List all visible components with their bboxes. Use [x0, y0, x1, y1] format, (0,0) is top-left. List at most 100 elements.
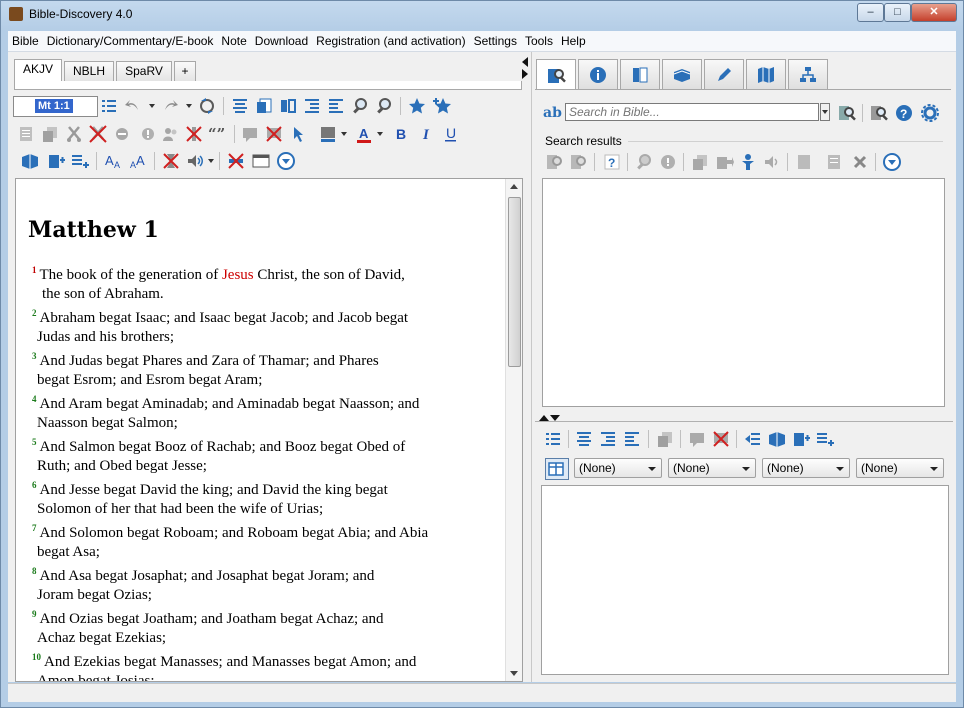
- parallel-select-4[interactable]: (None): [856, 458, 944, 478]
- menu-settings[interactable]: Settings: [470, 31, 521, 51]
- bible-text-pane[interactable]: Matthew 1 1 The book of the generation of…: [15, 178, 523, 682]
- search-results-list[interactable]: [542, 178, 945, 407]
- more-options-icon[interactable]: [276, 151, 296, 171]
- search-mode-label[interactable]: ab: [543, 105, 562, 121]
- verse[interactable]: 2 Abraham begat Isaac; and Isaac begat Ja…: [32, 304, 497, 347]
- sync-icon[interactable]: [197, 96, 217, 116]
- transfer-icon[interactable]: [112, 124, 132, 144]
- results-search-advanced-icon[interactable]: [569, 152, 589, 172]
- lower-sync-list-icon[interactable]: [743, 429, 763, 449]
- tab-maps[interactable]: [746, 59, 786, 90]
- tab-dictionary[interactable]: [620, 59, 660, 90]
- results-search-icon[interactable]: [545, 152, 565, 172]
- italic-icon[interactable]: I: [416, 124, 436, 144]
- copy-verse-icon[interactable]: [254, 96, 274, 116]
- tab-outline[interactable]: [788, 59, 828, 90]
- lower-copy-icon[interactable]: [655, 429, 675, 449]
- notes-icon[interactable]: [16, 124, 36, 144]
- add-column-icon[interactable]: [46, 151, 66, 171]
- results-table-icon[interactable]: [824, 152, 844, 172]
- results-copy-icon[interactable]: [690, 152, 710, 172]
- results-filter-icon[interactable]: [634, 152, 654, 172]
- expand-right-arrow-icon[interactable]: [522, 69, 528, 79]
- lower-indent-left-icon[interactable]: [622, 429, 642, 449]
- results-notes-icon[interactable]: [794, 152, 814, 172]
- copy-gray-icon[interactable]: [40, 124, 60, 144]
- pointer-icon[interactable]: [288, 124, 308, 144]
- menu-help[interactable]: Help: [557, 31, 590, 51]
- results-more-icon[interactable]: [882, 152, 902, 172]
- parallel-select-2[interactable]: (None): [668, 458, 756, 478]
- verse[interactable]: 10 And Ezekias begat Manasses; and Manass…: [32, 648, 497, 681]
- font-color-dropdown-icon[interactable]: [377, 132, 383, 136]
- menu-download[interactable]: Download: [251, 31, 312, 51]
- disable-cut-icon[interactable]: [88, 124, 108, 144]
- align-center-icon[interactable]: [230, 96, 250, 116]
- results-alert-icon[interactable]: [658, 152, 678, 172]
- menu-note[interactable]: Note: [217, 31, 250, 51]
- comment-icon[interactable]: [240, 124, 260, 144]
- disable-comment-icon[interactable]: [264, 124, 284, 144]
- lower-book-icon[interactable]: [767, 429, 787, 449]
- search-help-icon[interactable]: ?: [894, 103, 914, 123]
- parallel-view-icon[interactable]: [545, 458, 569, 480]
- results-clear-icon[interactable]: [850, 152, 870, 172]
- tab-akjv[interactable]: AKJV: [14, 59, 62, 81]
- tab-sparv[interactable]: SpaRV: [116, 61, 172, 81]
- unlink-icon[interactable]: [226, 151, 246, 171]
- results-help-icon[interactable]: ?: [602, 152, 622, 172]
- collapse-left-arrow-icon[interactable]: [522, 57, 528, 67]
- search-input[interactable]: [565, 103, 819, 121]
- disable-speaker-icon[interactable]: [184, 124, 204, 144]
- tab-notes[interactable]: [704, 59, 744, 90]
- find-icon[interactable]: [350, 96, 370, 116]
- indent-right-icon[interactable]: [302, 96, 322, 116]
- menu-dictionary[interactable]: Dictionary/Commentary/E-book: [43, 31, 218, 51]
- verse[interactable]: 7 And Solomon begat Roboam; and Roboam be…: [32, 519, 497, 562]
- alert-icon[interactable]: [136, 124, 156, 144]
- audio-dropdown-icon[interactable]: [208, 159, 214, 163]
- indent-left-icon[interactable]: [326, 96, 346, 116]
- vertical-scrollbar[interactable]: [505, 179, 522, 681]
- menu-tools[interactable]: Tools: [521, 31, 557, 51]
- parallel-select-3[interactable]: (None): [762, 458, 850, 478]
- pane-divider[interactable]: [531, 52, 532, 682]
- hourglass-disabled-icon[interactable]: [161, 151, 181, 171]
- audio-icon[interactable]: [185, 151, 205, 171]
- parallel-select-1[interactable]: (None): [574, 458, 662, 478]
- scroll-down-arrow-icon[interactable]: [510, 671, 518, 676]
- bold-icon[interactable]: B: [391, 124, 411, 144]
- advanced-search-icon[interactable]: [869, 103, 889, 123]
- menu-registration[interactable]: Registration (and activation): [312, 31, 469, 51]
- quote-icon[interactable]: “”: [208, 124, 228, 144]
- verse[interactable]: 6 And Jesse begat David the king; and Dav…: [32, 476, 497, 519]
- bookmark-star-icon[interactable]: [407, 96, 427, 116]
- lower-comment-icon[interactable]: [687, 429, 707, 449]
- lower-indent-right-icon[interactable]: [598, 429, 618, 449]
- bible-book-icon[interactable]: [20, 151, 40, 171]
- search-settings-gear-icon[interactable]: [920, 103, 940, 123]
- highlight-color-icon[interactable]: [318, 124, 338, 144]
- bookmark-add-icon[interactable]: [432, 96, 452, 116]
- add-row-icon[interactable]: [70, 151, 90, 171]
- results-export-icon[interactable]: [714, 152, 734, 172]
- scroll-up-arrow-icon[interactable]: [510, 184, 518, 189]
- back-icon[interactable]: [123, 96, 143, 116]
- find-next-icon[interactable]: [374, 96, 394, 116]
- verse-list-icon[interactable]: [99, 96, 119, 116]
- search-go-icon[interactable]: [837, 103, 857, 123]
- highlight-color-dropdown-icon[interactable]: [341, 132, 347, 136]
- reference-input[interactable]: Mt 1:1: [13, 96, 98, 117]
- font-color-icon[interactable]: A: [354, 124, 374, 144]
- minimize-button[interactable]: –: [857, 3, 884, 22]
- tab-nblh[interactable]: NBLH: [64, 61, 114, 81]
- horizontal-splitter[interactable]: [535, 421, 953, 422]
- search-history-dropdown[interactable]: [820, 103, 830, 121]
- verse[interactable]: 1 The book of the generation of Jesus Chr…: [32, 261, 497, 304]
- underline-icon[interactable]: U: [441, 124, 461, 144]
- verse[interactable]: 4 And Aram begat Aminadab; and Aminadab b…: [32, 390, 497, 433]
- verse[interactable]: 9 And Ozias begat Joatham; and Joatham be…: [32, 605, 497, 648]
- window-panel-icon[interactable]: [251, 151, 271, 171]
- verse[interactable]: 8 And Asa begat Josaphat; and Josaphat be…: [32, 562, 497, 605]
- cut-icon[interactable]: [64, 124, 84, 144]
